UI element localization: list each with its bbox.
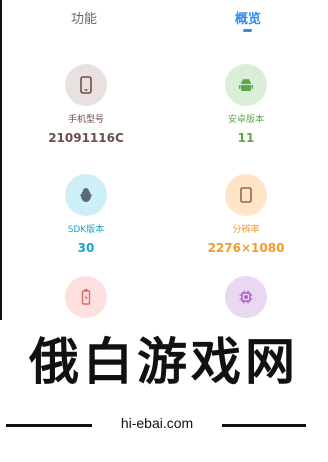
android-icon	[225, 64, 267, 106]
resolution-label: 分辨率	[232, 225, 260, 235]
watermark-domain: hi-ebai.com	[120, 415, 194, 431]
window-edge	[0, 0, 2, 320]
info-item-android-version: 安卓版本 11	[186, 64, 306, 145]
battery-icon	[65, 276, 107, 318]
watermark: 俄白游戏网 hi-ebai.com	[0, 320, 328, 462]
info-item-sdk-version: SDK版本 30	[26, 174, 146, 255]
watermark-title: 俄白游戏网	[29, 332, 299, 391]
android-version-value: 11	[237, 131, 255, 145]
tab-features[interactable]: 功能	[34, 8, 134, 27]
sdk-version-label: SDK版本	[67, 225, 105, 235]
info-item-resolution: 分辨率 2276×1080	[186, 174, 306, 255]
sdk-version-value: 30	[77, 241, 95, 255]
sdk-icon	[65, 174, 107, 216]
tab-overview[interactable]: 概览	[198, 8, 298, 27]
phone-icon	[65, 64, 107, 106]
info-item-phone-model: 手机型号 21091116C	[26, 64, 146, 145]
android-version-label: 安卓版本	[227, 115, 264, 125]
phone-model-label: 手机型号	[67, 115, 104, 125]
watermark-divider-right	[222, 424, 306, 427]
watermark-divider-left	[6, 424, 92, 427]
tab-active-indicator	[243, 29, 252, 32]
phone-model-value: 21091116C	[48, 131, 124, 145]
tab-bar: 功能 概览	[0, 0, 328, 40]
screen-icon	[225, 174, 267, 216]
device-info-screen: 功能 概览 手机型号 21091116C 安卓版本 11 SDK版本 30 分辨…	[0, 0, 328, 462]
resolution-value: 2276×1080	[207, 241, 285, 255]
chip-icon	[225, 276, 267, 318]
